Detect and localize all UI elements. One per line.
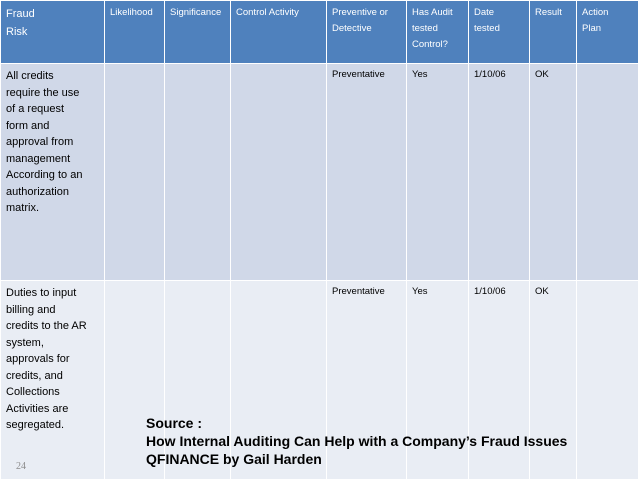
cell-control-activity xyxy=(231,64,327,281)
cell-result: OK xyxy=(530,64,577,281)
header-preventive-or-detective: Preventive orDetective xyxy=(327,1,407,64)
source-author: QFINANCE by Gail Harden xyxy=(146,450,567,468)
cell-likelihood xyxy=(105,64,165,281)
cell-action-plan xyxy=(577,281,638,480)
fraud-risk-control-table: FraudRisk Likelihood Significance Contro… xyxy=(0,0,638,480)
cell-date-tested: 1/10/06 xyxy=(469,64,530,281)
header-control-activity: Control Activity xyxy=(231,1,327,64)
cell-action-plan xyxy=(577,64,638,281)
cell-preventive-or-detective: Preventative xyxy=(327,64,407,281)
cell-fraud-risk: All creditsrequire the useof a requestfo… xyxy=(1,64,105,281)
header-action-plan: ActionPlan xyxy=(577,1,638,64)
source-label: Source : xyxy=(146,414,567,432)
cell-has-audit-tested-control: Yes xyxy=(407,64,469,281)
cell-significance xyxy=(165,64,231,281)
header-likelihood: Likelihood xyxy=(105,1,165,64)
header-has-audit-tested-control: Has AudittestedControl? xyxy=(407,1,469,64)
source-title: How Internal Auditing Can Help with a Co… xyxy=(146,432,567,450)
header-result: Result xyxy=(530,1,577,64)
page-number: 24 xyxy=(16,461,26,472)
cell-fraud-risk: Duties to inputbilling andcredits to the… xyxy=(1,281,105,480)
header-fraud-risk: FraudRisk xyxy=(1,1,105,64)
header-date-tested: Datetested xyxy=(469,1,530,64)
table-row: All creditsrequire the useof a requestfo… xyxy=(1,64,638,281)
source-footnote: Source : How Internal Auditing Can Help … xyxy=(146,414,567,468)
table-header-row: FraudRisk Likelihood Significance Contro… xyxy=(1,1,638,64)
header-significance: Significance xyxy=(165,1,231,64)
